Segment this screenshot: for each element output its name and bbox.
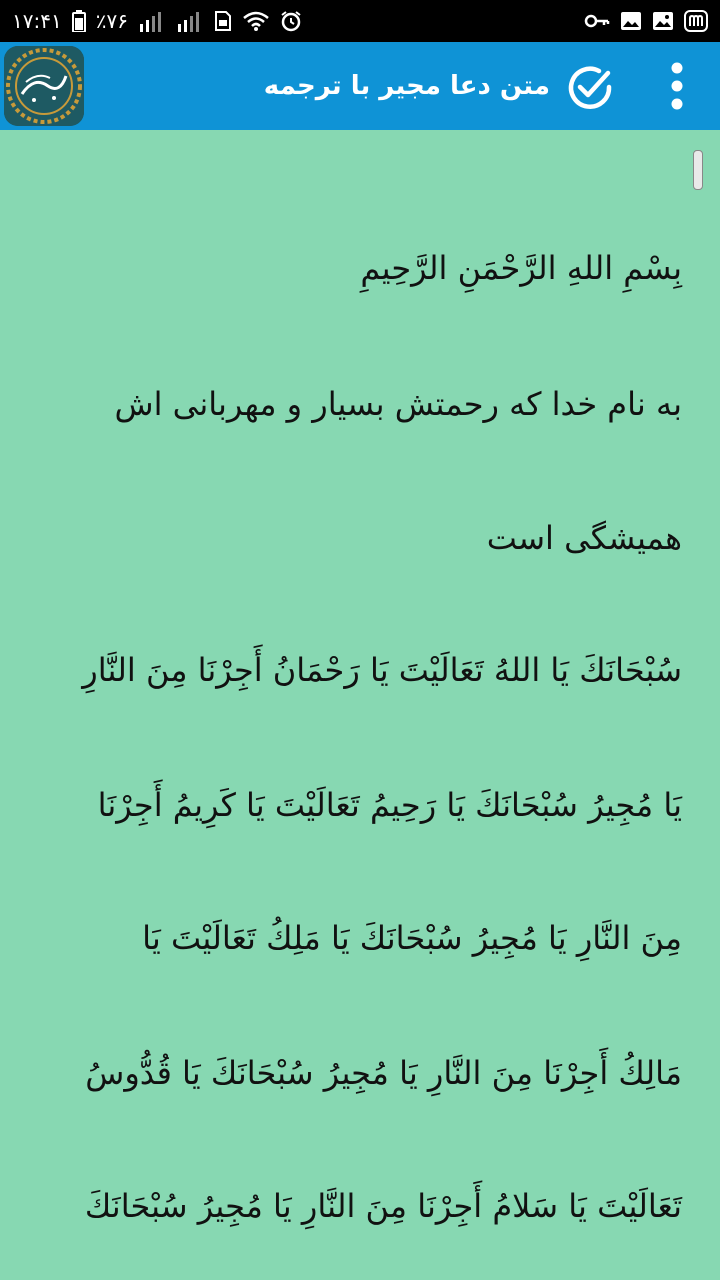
text-line-translation-2: همیشگی است bbox=[486, 519, 682, 557]
check-circle-icon bbox=[568, 66, 612, 109]
alarm-icon bbox=[280, 10, 302, 32]
sim-card-icon bbox=[214, 10, 232, 32]
overflow-menu-button[interactable] bbox=[650, 56, 704, 116]
check-button[interactable] bbox=[564, 62, 616, 114]
status-bar: ۱۷:۴۱ ٪۷۶ bbox=[0, 0, 720, 42]
text-line-arabic-1: سُبْحَانَكَ يَا اللهُ تَعَالَيْتَ يَا رَ… bbox=[82, 651, 682, 689]
signal-icon bbox=[138, 10, 166, 32]
clock: ۱۷:۴۱ bbox=[12, 9, 62, 33]
text-line-arabic-5: تَعَالَيْتَ يَا سَلامُ أَجِرْنَا مِنَ ال… bbox=[84, 1187, 682, 1225]
text-line-bismillah: بِسْمِ اللهِ الرَّحْمَنِ الرَّحِيمِ bbox=[360, 249, 682, 287]
app-logo[interactable] bbox=[4, 46, 84, 126]
status-bar-right bbox=[584, 10, 708, 32]
logo-graphic bbox=[4, 46, 84, 126]
battery-icon bbox=[71, 10, 86, 32]
image-icon bbox=[620, 11, 642, 31]
more-vert-icon bbox=[671, 62, 683, 110]
text-line-arabic-4: مَالِكُ أَجِرْنَا مِنَ النَّارِ يَا مُجِ… bbox=[85, 1054, 682, 1092]
status-bar-left: ۱۷:۴۱ ٪۷۶ bbox=[12, 9, 302, 33]
app-bar: متن دعا مجیر با ترجمه bbox=[0, 42, 720, 130]
battery-percent: ٪۷۶ bbox=[95, 9, 128, 33]
key-icon bbox=[584, 11, 610, 31]
page-title: متن دعا مجیر با ترجمه bbox=[263, 71, 550, 101]
text-line-arabic-2: يَا مُجِيرُ سُبْحَانَكَ يَا رَحِيمُ تَعَ… bbox=[97, 786, 682, 824]
scrollbar[interactable] bbox=[693, 150, 703, 190]
signal-2-icon bbox=[176, 10, 204, 32]
prayer-text-content[interactable] bbox=[0, 130, 720, 1280]
text-line-translation-1: به نام خدا که رحمتش بسیار و مهربانی اش bbox=[114, 385, 682, 423]
app-notification-icon bbox=[684, 10, 708, 32]
gallery-icon bbox=[652, 11, 674, 31]
text-line-arabic-3: مِنَ النَّارِ يَا مُجِيرُ سُبْحَانَكَ يَ… bbox=[142, 919, 682, 957]
wifi-icon bbox=[242, 10, 270, 32]
